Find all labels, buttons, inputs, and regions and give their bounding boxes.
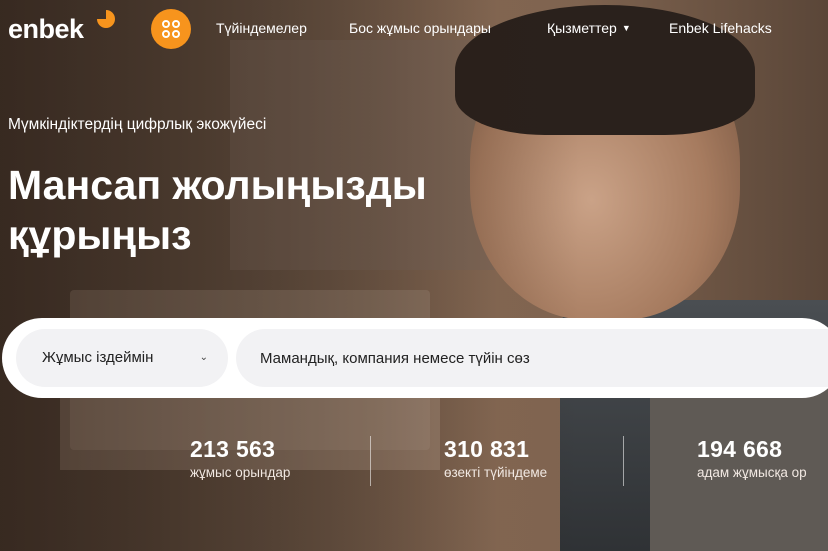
logo-mark-icon — [97, 10, 115, 28]
hero-title: Мансап жолыңызды құрыңыз — [8, 160, 608, 260]
nav-link-vacancies[interactable]: Бос жұмыс орындары — [349, 20, 491, 36]
nav-link-services[interactable]: Қызметтер ▼ — [547, 20, 631, 36]
apps-grid-icon[interactable] — [151, 9, 191, 49]
hero-title-line2: құрыңыз — [8, 212, 192, 258]
stat-label: өзекті түйіндеме — [444, 465, 548, 480]
search-mode-label: Жұмыс іздеймін — [42, 349, 154, 366]
search-bar: Жұмыс іздеймін ⌄ — [2, 318, 828, 398]
hero-title-line1: Мансап жолыңызды — [8, 162, 427, 208]
nav-link-services-label: Қызметтер — [547, 20, 617, 36]
stat-resumes: 310 831 өзекті түйіндеме — [444, 436, 547, 480]
stat-label: адам жұмысқа ор — [697, 465, 807, 480]
stat-employed: 194 668 адам жұмысқа ор — [697, 436, 807, 480]
hero-eyebrow: Мүмкіндіктердің цифрлық экожүйесі — [8, 116, 267, 133]
stat-label: жұмыс орындар — [190, 465, 291, 480]
stat-vacancies: 213 563 жұмыс орындар — [190, 436, 290, 480]
chevron-down-icon: ⌄ — [199, 352, 208, 363]
stat-value: 213 563 — [190, 436, 276, 462]
enbek-logo[interactable]: enbek — [8, 14, 84, 45]
stat-divider — [370, 436, 371, 486]
top-navigation: enbek Түйіндемелер Бос жұмыс орындары Қы… — [0, 0, 828, 58]
stat-value: 310 831 — [444, 436, 530, 462]
nav-link-resumes[interactable]: Түйіндемелер — [216, 20, 307, 36]
search-input[interactable] — [236, 329, 828, 387]
search-mode-select[interactable]: Жұмыс іздеймін ⌄ — [16, 329, 228, 387]
stat-value: 194 668 — [697, 436, 783, 462]
caret-down-icon: ▼ — [621, 23, 631, 33]
stat-divider — [623, 436, 624, 486]
nav-link-lifehacks[interactable]: Enbek Lifehacks — [669, 20, 772, 36]
